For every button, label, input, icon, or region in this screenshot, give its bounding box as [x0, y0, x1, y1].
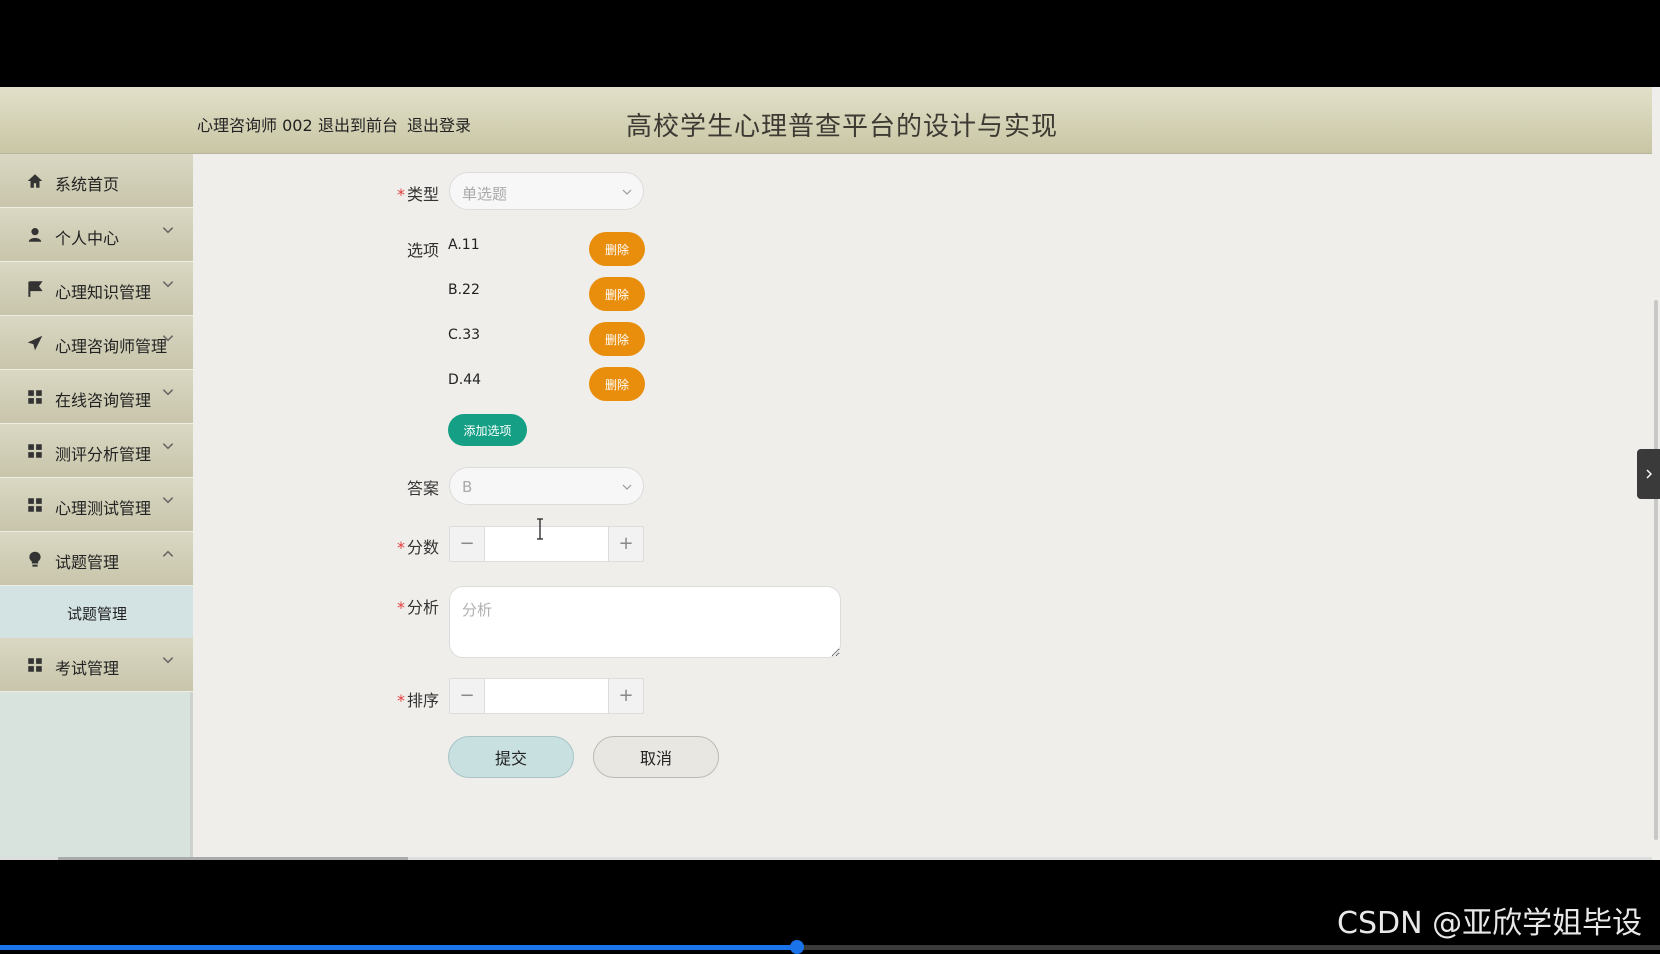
screen: 心理咨询师 002 退出到前台 退出登录 高校学生心理普查平台的设计与实现 系统… — [0, 0, 1660, 954]
sidebar-item-exam[interactable]: 考试管理 — [0, 638, 193, 692]
chevron-down-icon — [162, 335, 174, 342]
watermark: CSDN @亚欣学姐毕设 — [1337, 906, 1643, 941]
chevron-down-icon — [162, 657, 174, 664]
add-option-button[interactable]: 添加选项 — [448, 414, 527, 446]
sidebar: 系统首页 个人中心 心理知识管理 心理咨询师管理 在线咨询管理 测评分析管理 心… — [0, 154, 193, 860]
delete-option-button[interactable]: 删除 — [589, 322, 645, 356]
decrement-button[interactable]: − — [449, 678, 485, 714]
sidebar-item-knowledge[interactable]: 心理知识管理 — [0, 262, 193, 316]
side-panel-toggle[interactable] — [1637, 449, 1660, 499]
option-text: C.33 — [448, 327, 481, 343]
delete-option-button[interactable]: 删除 — [589, 367, 645, 401]
option-text: D.44 — [448, 372, 482, 388]
sidebar-item-assessment[interactable]: 测评分析管理 — [0, 424, 193, 478]
chevron-down-icon — [162, 497, 174, 504]
chevron-down-icon — [622, 484, 632, 490]
sidebar-item-label: 心理测试管理 — [55, 499, 152, 518]
user-name: 心理咨询师 002 — [197, 116, 313, 135]
answer-select[interactable]: B — [449, 467, 644, 505]
sidebar-item-online-consult[interactable]: 在线咨询管理 — [0, 370, 193, 424]
sidebar-item-label: 考试管理 — [55, 659, 120, 678]
sidebar-item-personal-center[interactable]: 个人中心 — [0, 208, 193, 262]
score-stepper[interactable]: − + — [449, 526, 644, 562]
delete-option-button[interactable]: 删除 — [589, 277, 645, 311]
cancel-button[interactable]: 取消 — [593, 736, 719, 778]
sidebar-item-questions[interactable]: 试题管理 — [0, 532, 193, 586]
horizontal-scrollbar-thumb[interactable] — [58, 857, 408, 860]
logout-link[interactable]: 退出登录 — [407, 112, 471, 136]
sidebar-item-label: 个人中心 — [55, 229, 120, 248]
flag-icon — [28, 281, 43, 297]
sidebar-subitem-label: 试题管理 — [67, 605, 128, 623]
type-select-value: 单选题 — [462, 185, 508, 203]
increment-button[interactable]: + — [608, 678, 644, 714]
send-icon — [27, 335, 43, 351]
vertical-scrollbar-thumb[interactable] — [1654, 300, 1658, 840]
sidebar-subitem-questions[interactable]: 试题管理 — [0, 586, 193, 638]
chevron-up-icon — [162, 550, 174, 557]
chevron-down-icon — [162, 389, 174, 396]
video-progress-fill — [0, 945, 797, 950]
sidebar-item-label: 系统首页 — [55, 175, 120, 194]
submit-button[interactable]: 提交 — [448, 736, 574, 778]
chevron-down-icon — [622, 189, 632, 195]
sort-input[interactable] — [484, 678, 609, 714]
sidebar-item-psych-test[interactable]: 心理测试管理 — [0, 478, 193, 532]
user-icon — [28, 228, 42, 242]
sidebar-item-label: 试题管理 — [55, 553, 120, 572]
option-text: A.11 — [448, 237, 480, 253]
sidebar-item-label: 心理咨询师管理 — [55, 337, 168, 356]
sidebar-item-home[interactable]: 系统首页 — [0, 154, 193, 208]
sidebar-item-label: 测评分析管理 — [55, 445, 152, 464]
grid-icon — [28, 444, 42, 458]
chevron-down-icon — [162, 443, 174, 450]
exit-to-front-link[interactable]: 退出到前台 — [318, 112, 398, 136]
answer-label: 答案 — [406, 479, 439, 498]
sidebar-item-label: 心理知识管理 — [55, 283, 152, 302]
grid-icon — [28, 390, 42, 404]
chevron-right-icon — [1646, 469, 1652, 479]
top-header: 心理咨询师 002 退出到前台 退出登录 高校学生心理普查平台的设计与实现 — [0, 87, 1652, 154]
video-progress-knob[interactable] — [789, 940, 804, 954]
app-window: 心理咨询师 002 退出到前台 退出登录 高校学生心理普查平台的设计与实现 系统… — [0, 87, 1652, 860]
grid-icon — [28, 658, 42, 672]
decrement-button[interactable]: − — [449, 526, 485, 562]
grid-icon — [28, 498, 42, 512]
bulb-icon — [29, 551, 41, 567]
delete-option-button[interactable]: 删除 — [589, 232, 645, 266]
type-label: * 类型 — [396, 185, 439, 204]
sort-label: * 排序 — [396, 691, 439, 710]
analysis-label: * 分析 — [396, 598, 439, 617]
text-cursor-icon — [537, 518, 543, 540]
home-icon — [27, 174, 43, 188]
analysis-textarea[interactable] — [449, 586, 841, 658]
chevron-down-icon — [162, 281, 174, 288]
site-title: 高校学生心理普查平台的设计与实现 — [626, 112, 1059, 142]
option-text: B.22 — [448, 282, 480, 298]
increment-button[interactable]: + — [608, 526, 644, 562]
score-label: * 分数 — [396, 538, 439, 557]
options-label: 选项 — [406, 241, 439, 260]
sidebar-item-counselor[interactable]: 心理咨询师管理 — [0, 316, 193, 370]
type-select[interactable]: 单选题 — [449, 172, 644, 210]
chevron-down-icon — [162, 227, 174, 234]
sidebar-item-label: 在线咨询管理 — [55, 391, 152, 410]
answer-select-value: B — [462, 478, 473, 496]
sort-stepper[interactable]: − + — [449, 678, 644, 714]
score-input[interactable] — [484, 526, 609, 562]
